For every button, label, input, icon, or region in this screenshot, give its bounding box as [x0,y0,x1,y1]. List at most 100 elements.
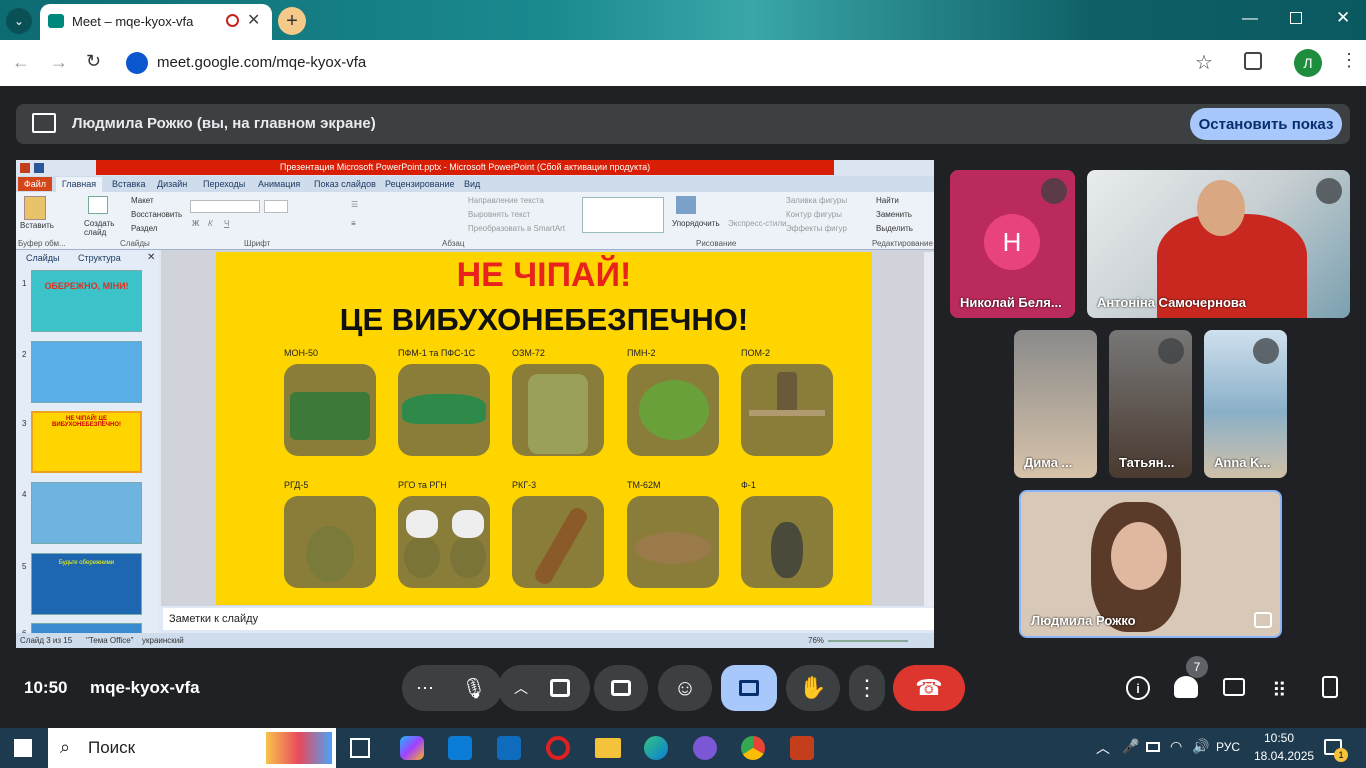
profile-avatar[interactable]: Л [1294,49,1322,77]
minimize-icon[interactable]: — [1242,10,1258,28]
present-button[interactable] [721,665,777,711]
participant-tile[interactable]: Татьян... [1109,330,1192,478]
close-tab-icon[interactable]: ✕ [247,10,260,30]
stop-presenting-button[interactable]: Остановить показ [1190,108,1342,140]
tab-file[interactable]: Файл [18,177,52,191]
zoom-slider[interactable] [828,640,908,642]
current-slide[interactable]: НЕ ЧІПАЙ! ЦЕ ВИБУХОНЕБЕЗПЕЧНО! МОН-50 ПФ… [216,252,872,605]
captions-button[interactable] [594,665,648,711]
participant-tile-self[interactable]: Людмила Рожко [1019,490,1282,638]
save-icon[interactable] [34,163,44,173]
underline-icon[interactable]: Ч [224,219,229,228]
forward-icon[interactable]: → [50,52,68,73]
restore-window-icon[interactable] [1290,12,1302,24]
taskbar-search[interactable]: ⌕ Поиск [48,728,336,768]
slide-thumb-5[interactable]: Будьте обережними [31,553,142,615]
tab-animation[interactable]: Анимация [258,179,300,189]
copilot-icon[interactable] [400,736,424,760]
store-icon[interactable] [448,736,472,760]
clock-date[interactable]: 18.04.2025 [1254,749,1314,763]
windows-start-icon[interactable] [14,739,32,757]
tab-insert[interactable]: Вставка [112,179,145,189]
shape-fill-button[interactable]: Заливка фигуры [786,196,847,205]
viber-icon[interactable] [693,736,717,760]
tab-view[interactable]: Вид [464,179,480,189]
shape-outline-button[interactable]: Контур фигуры [786,210,842,219]
slide-thumb-3[interactable]: НЕ ЧІПАЙ! ЦЕ ВИБУХОНЕБЕЗПЕЧНО! [31,411,142,473]
shape-effects-button[interactable]: Эффекты фигур [786,224,847,233]
bookmark-star-icon[interactable]: ☆ [1195,50,1213,75]
bold-icon[interactable]: Ж [192,219,199,228]
tab-review[interactable]: Рецензирование [385,179,455,189]
reload-icon[interactable]: ↻ [86,51,101,72]
task-view-icon[interactable] [350,738,370,758]
emoji-button[interactable]: ☺ [658,665,712,711]
host-controls-icon[interactable] [1322,676,1338,698]
create-slide-button[interactable]: Создать слайд [84,219,122,237]
tab-search-icon[interactable]: ⌄ [6,8,32,34]
menu-kebab-icon[interactable]: ⋮ [1340,50,1358,71]
replace-button[interactable]: Заменить [876,210,912,219]
omnibox[interactable]: meet.google.com/mqe-kyox-vfa [120,46,1180,80]
close-window-icon[interactable]: ✕ [1336,8,1350,28]
participant-tile[interactable]: Н Николай Беля... [950,170,1075,318]
smartart-button[interactable]: Преобразовать в SmartArt [468,224,565,233]
font-size-select[interactable] [264,200,288,213]
pin-self-icon[interactable] [1254,612,1272,628]
chat-icon[interactable] [1223,678,1245,696]
font-name-select[interactable] [190,200,260,213]
tab-design[interactable]: Дизайн [157,179,187,189]
paste-icon[interactable] [24,196,46,220]
leave-call-button[interactable]: ☎ [893,665,965,711]
slide-thumb-4[interactable] [31,482,142,544]
more-options-button[interactable]: ⋮ [849,665,885,711]
slide-thumb-1[interactable]: ОБЕРЕЖНО, МІНИ! [31,270,142,332]
volume-icon[interactable]: 🔊 [1192,738,1209,755]
participant-tile[interactable]: Антоніна Самочернова [1087,170,1350,318]
extensions-icon[interactable] [1244,52,1262,70]
activities-icon[interactable]: ⠿ [1272,678,1287,703]
file-explorer-icon[interactable] [595,738,621,758]
tab-transitions[interactable]: Переходы [203,179,245,189]
arrange-button[interactable]: Упорядочить [672,219,720,228]
paste-button[interactable]: Вставить [20,221,54,230]
panel-tab-outline[interactable]: Структура [78,253,121,263]
clock-time[interactable]: 10:50 [1264,731,1294,745]
chrome-icon[interactable] [741,736,765,760]
new-tab-button[interactable]: + [278,7,306,35]
camera-icon[interactable] [550,679,570,697]
tab-slideshow[interactable]: Показ слайдов [314,179,376,189]
align-text-button[interactable]: Выровнять текст [468,210,530,219]
tray-mic-icon[interactable]: 🎤 [1122,738,1139,755]
section-button[interactable]: Раздел [131,224,157,233]
site-info-icon[interactable] [126,52,148,74]
slide-thumb-2[interactable] [31,341,142,403]
panel-close-icon[interactable]: ✕ [147,252,155,263]
text-direction-button[interactable]: Направление текста [468,196,544,205]
select-button[interactable]: Выделить [876,224,913,233]
chevron-up-icon[interactable]: ︿ [506,673,536,703]
opera-icon[interactable] [546,736,570,760]
people-icon[interactable] [1174,676,1198,698]
battery-icon[interactable] [1146,742,1160,752]
participant-tile[interactable]: Дима ... [1014,330,1097,478]
raise-hand-button[interactable]: ✋ [786,665,840,711]
restore-button[interactable]: Восстановить [131,210,182,219]
align-left-icon[interactable]: ≡ [351,219,356,228]
shapes-gallery[interactable] [582,197,664,233]
wifi-icon[interactable]: ◠ [1170,738,1182,755]
more-audio-icon[interactable]: ⋯ [410,673,440,703]
bullets-icon[interactable]: ☰ [351,200,358,209]
find-button[interactable]: Найти [876,196,899,205]
participant-tile[interactable]: Anna K... [1204,330,1287,478]
powerpoint-icon[interactable] [790,736,814,760]
layout-button[interactable]: Макет [131,196,154,205]
tab-home[interactable]: Главная [56,177,102,192]
italic-icon[interactable]: К [208,219,213,228]
meeting-info-icon[interactable]: i [1126,676,1150,700]
edge-icon[interactable] [644,736,668,760]
input-language[interactable]: РУС [1216,740,1240,754]
tray-chevron-icon[interactable]: ︿ [1096,738,1110,758]
express-styles-button[interactable]: Экспресс-стили [728,219,787,228]
panel-tab-slides[interactable]: Слайды [26,253,60,263]
